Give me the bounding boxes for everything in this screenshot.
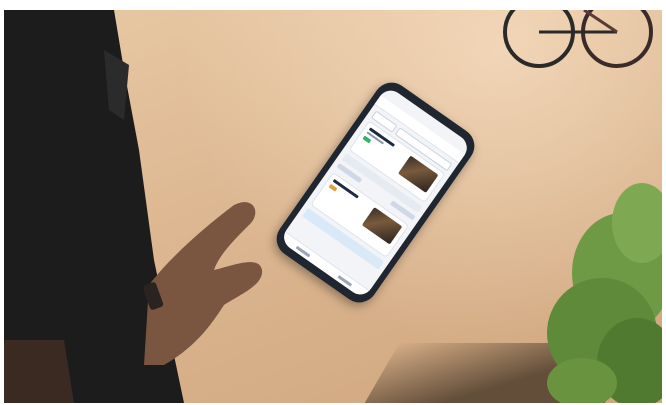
card-thumbnail: [397, 155, 439, 193]
status-time: [386, 91, 392, 99]
card-thumbnail: [361, 207, 403, 245]
nav-item: [337, 274, 353, 287]
phone-layer: [0, 0, 658, 393]
status-badge: [328, 183, 338, 192]
status-badge: [362, 135, 372, 144]
status-icons: [460, 143, 466, 151]
smartphone-icon: [269, 75, 482, 310]
phone-screen: [279, 85, 472, 300]
nav-item: [295, 245, 311, 257]
